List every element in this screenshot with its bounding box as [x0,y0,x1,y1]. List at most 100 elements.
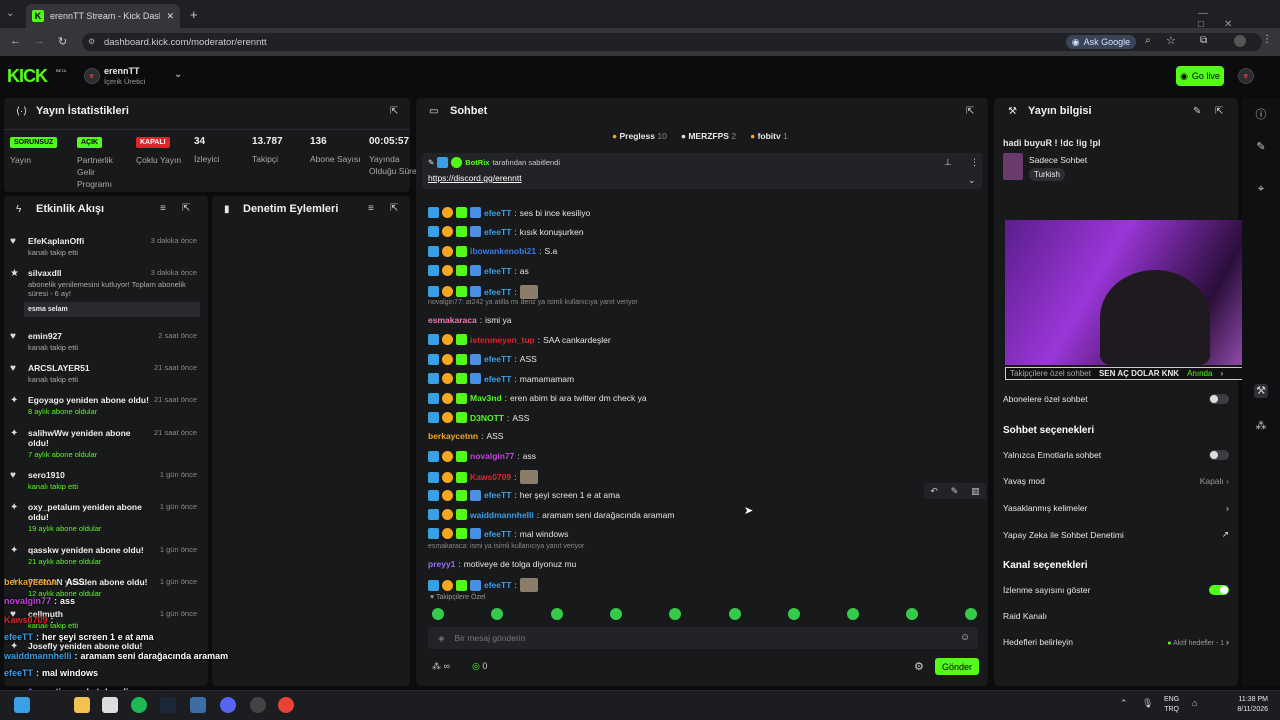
popout-icon[interactable]: ⇱ [390,106,398,117]
chat-username[interactable]: preyy1 [428,559,455,569]
back-icon[interactable]: ← [10,35,21,47]
chat-message[interactable]: D3NOTT: ASS [428,412,529,423]
chat-message[interactable]: Mav3nd: eren abim bi ara twitter dm check… [428,392,647,404]
ai-moderation-row[interactable]: Yapay Zeka ile Sohbet Denetimi ↗ [1003,529,1229,540]
ask-google-button[interactable]: ◉ Ask Google [1066,35,1136,49]
chat-message[interactable]: efeeTT: [428,578,538,593]
chat-username[interactable]: efeeTT [484,529,511,539]
spotify-icon[interactable] [131,697,147,713]
emote-icon[interactable] [847,608,859,620]
raid-channel-row[interactable]: Raid Kanalı [1003,611,1229,621]
chat-message[interactable]: efeeTT: [428,284,538,299]
new-tab-icon[interactable]: + [190,7,198,22]
chat-settings-gear-icon[interactable]: ⚙ [914,660,924,673]
more-options-icon[interactable]: ⋮ [970,157,979,168]
window-controls[interactable]: —□✕ [1198,8,1280,30]
chevron-down-icon[interactable]: ⌄ [968,175,976,186]
close-tab-icon[interactable]: ✕ [166,11,174,22]
points-display[interactable]: ⁂ ∞ [432,661,450,672]
goals-row[interactable]: Hedefleri belirleyin ● Aktif hedefler - 1… [1003,637,1229,647]
chevron-down-icon[interactable]: ⌄ [174,69,182,80]
chrome-icon[interactable] [278,697,294,713]
filter-icon[interactable]: ≡ [160,203,166,214]
chat-username[interactable]: istenmeyen_tup [470,335,535,345]
chat-username[interactable]: D3NOTT [470,413,504,423]
chat-username[interactable]: efeeTT [484,490,511,500]
chat-username[interactable]: Kaws0709 [470,472,511,482]
share-icon[interactable]: ⁂ [1254,419,1268,433]
chat-username[interactable]: efeeTT [484,354,511,364]
chat-username[interactable]: efeeTT [484,227,511,237]
chat-username[interactable]: efeeTT [484,208,511,218]
pencil-icon[interactable]: ✎ [1254,140,1268,154]
info-icon[interactable]: ⓘ [1254,106,1268,121]
edit-icon[interactable]: ✎ [1193,106,1201,117]
chat-username[interactable]: waiddmannhelli [470,510,534,520]
subs-only-toggle[interactable] [1209,394,1229,404]
chat-message[interactable]: ibowankenobi21: S.a [428,245,557,257]
network-icon[interactable]: ⌂ [1192,698,1197,708]
reply-icon[interactable]: ↶ [930,486,938,497]
obs-icon[interactable] [250,697,266,713]
chat-message[interactable]: efeeTT: mal windows [428,528,568,540]
camera-icon[interactable]: ⌖ [1254,183,1268,197]
emote-icon[interactable] [610,608,622,620]
zoom-icon[interactable]: ⌕ [1145,35,1151,46]
chat-username[interactable]: efeeTT [484,580,511,590]
send-button[interactable]: Gönder [935,658,979,675]
profile-avatar[interactable] [1234,35,1246,47]
emote-icon[interactable] [788,608,800,620]
forward-icon[interactable]: → [34,35,45,47]
chat-username[interactable]: ibowankenobi21 [470,246,536,256]
chat-username[interactable]: Mav3nd [470,393,502,403]
chat-username[interactable]: berkaycetnn [428,431,478,441]
emote-icon[interactable] [729,608,741,620]
emote-icon[interactable] [965,608,977,620]
user-avatar[interactable]: e [1238,68,1254,84]
banned-words-row[interactable]: Yasaklanmış kelimeler › [1003,503,1229,513]
chat-message[interactable]: esmakaraca: ismi ya [428,315,512,325]
chat-username[interactable]: esmakaraca [428,315,477,325]
extensions-icon[interactable]: ⧉ [1200,35,1207,46]
chat-username[interactable]: novalgin77 [470,451,514,461]
chat-message[interactable]: efeeTT: kısık konuşurken [428,226,584,238]
chat-message[interactable]: istenmeyen_tup: SAA cankardeşler [428,334,611,346]
pinned-link[interactable]: https://discord.gg/erenntt [428,173,522,183]
delete-icon[interactable]: ▥ [971,486,980,497]
popout-icon[interactable]: ⇱ [966,106,974,117]
chat-username[interactable]: efeeTT [484,374,511,384]
tab-list-icon[interactable]: ⌄ [6,8,14,19]
store-icon[interactable] [102,697,118,713]
bookmark-star-icon[interactable]: ☆ [1166,34,1176,47]
site-info-icon[interactable]: ⚙ [88,37,95,46]
emote-icon[interactable] [906,608,918,620]
popout-icon[interactable]: ⇱ [182,203,190,214]
emote-only-toggle[interactable] [1209,450,1229,460]
chat-message[interactable]: waiddmannhelli: aramam seni darağacında a… [428,509,674,520]
chat-username[interactable]: efeeTT [484,266,511,276]
chat-message[interactable]: novalgin77: ass [428,450,536,462]
pin-icon[interactable]: ✎ [951,486,959,497]
emote-icon[interactable] [551,608,563,620]
chat-message[interactable]: preyy1: motiveye de tolga diyonuz mu [428,559,576,569]
emoji-icon[interactable]: ☺ [960,632,970,643]
kick-logo[interactable]: KICK [7,66,48,87]
steam-icon[interactable] [160,697,176,713]
language-indicator[interactable]: ENG TRQ [1164,695,1179,715]
reload-icon[interactable]: ↻ [58,35,67,48]
chat-message[interactable]: efeeTT: ses bi ince kesiliyo [428,207,590,218]
credits-display[interactable]: ◎ 0 [472,661,487,672]
windows-start-icon[interactable] [14,697,30,713]
chat-input[interactable]: ◈ Bir mesaj gönderin [428,627,978,649]
chat-message[interactable]: efeeTT: ASS [428,353,537,365]
emote-icon[interactable] [669,608,681,620]
unpin-icon[interactable]: ⊥ [944,157,952,168]
filter-icon[interactable]: ≡ [368,203,374,214]
chat-message[interactable]: efeeTT: her şeyi screen 1 e at ama [428,489,620,501]
browser-menu-icon[interactable]: ⋮ [1262,34,1272,45]
chat-username[interactable]: efeeTT [484,287,511,297]
popout-icon[interactable]: ⇱ [390,203,398,214]
discord-icon[interactable] [220,697,236,713]
go-live-button[interactable]: ◉ Go live [1176,66,1224,86]
app-icon[interactable] [190,697,206,713]
